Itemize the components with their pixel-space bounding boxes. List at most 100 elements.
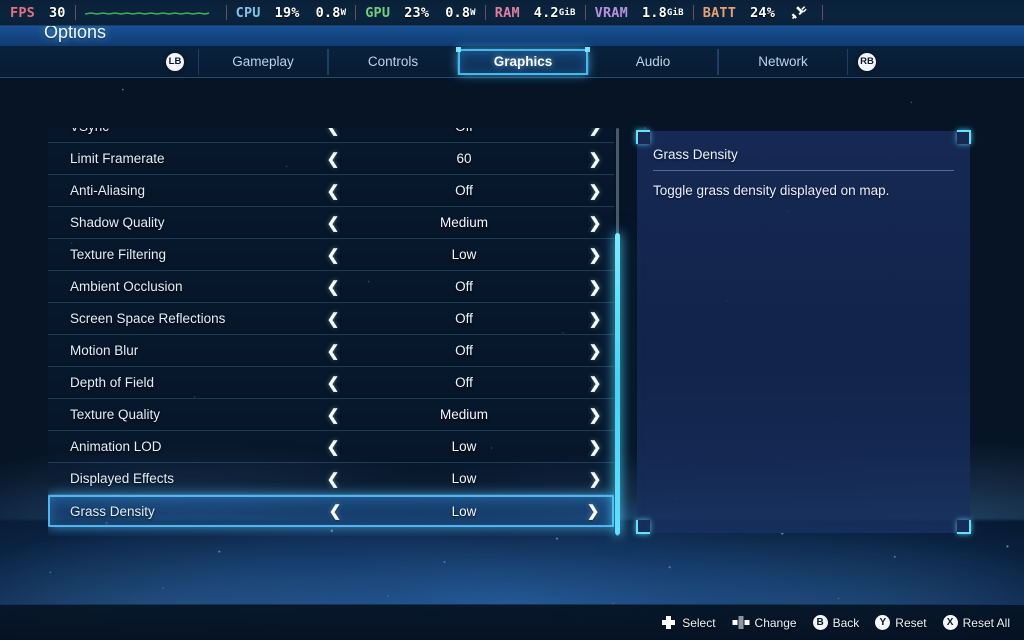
setting-row[interactable]: Screen Space Reflections ❮ Off ❯ bbox=[48, 303, 614, 335]
scrollbar-thumb[interactable] bbox=[615, 233, 620, 535]
hint-reset-all[interactable]: X Reset All bbox=[942, 615, 1010, 630]
frametime-graph bbox=[84, 5, 209, 21]
perf-stat-ram: RAM 4.2 GiB bbox=[495, 5, 576, 21]
setting-row[interactable]: Animation LOD ❮ Low ❯ bbox=[48, 431, 614, 463]
increment-arrow-icon[interactable]: ❯ bbox=[584, 246, 606, 264]
panel-corner-bottom-left bbox=[636, 520, 650, 534]
setting-value: Off bbox=[344, 128, 584, 134]
increment-arrow-icon[interactable]: ❯ bbox=[584, 310, 606, 328]
perf-separator bbox=[355, 5, 357, 20]
setting-label: Ambient Occlusion bbox=[70, 279, 183, 294]
setting-row[interactable]: VSync ❮Off❯ bbox=[48, 128, 614, 143]
setting-row[interactable]: Displayed Effects ❮ Low ❯ bbox=[48, 463, 614, 495]
decrement-arrow-icon[interactable]: ❮ bbox=[324, 502, 346, 520]
tab-graphics[interactable]: Graphics bbox=[456, 46, 590, 75]
decrement-arrow-icon[interactable]: ❮ bbox=[322, 246, 344, 264]
decrement-arrow-icon[interactable]: ❮ bbox=[322, 214, 344, 232]
performance-overlay: FPS 30 CPU 19% 0.8 W GPU 23% 0.8 W RAM 4.2… bbox=[0, 0, 1024, 26]
setting-value: Low bbox=[451, 247, 477, 262]
setting-label: Anti-Aliasing bbox=[70, 183, 146, 198]
setting-value: 60 bbox=[456, 151, 472, 166]
perf-value-cpu-watts: 0.8 bbox=[315, 4, 341, 21]
decrement-arrow-icon[interactable]: ❮ bbox=[322, 374, 344, 392]
perf-label-batt: BATT bbox=[702, 4, 737, 21]
hint-reset-all-label: Reset All bbox=[962, 615, 1010, 630]
perf-value-cpu-percent: 19% bbox=[274, 4, 300, 21]
decrement-arrow-icon[interactable]: ❮ bbox=[322, 182, 344, 200]
increment-arrow-icon[interactable]: ❯ bbox=[584, 214, 606, 232]
increment-arrow-icon[interactable]: ❯ bbox=[584, 278, 606, 296]
button-hint-bar: Select Change B Back Y Reset X Reset All bbox=[0, 604, 1024, 640]
setting-label: Depth of Field bbox=[70, 375, 155, 390]
perf-stat-battery: BATT 24% bbox=[703, 5, 775, 21]
setting-row[interactable]: Ambient Occlusion ❮ Off ❯ bbox=[48, 271, 614, 303]
decrement-arrow-icon[interactable]: ❮ bbox=[322, 470, 344, 488]
hint-back[interactable]: B Back bbox=[812, 615, 859, 630]
hint-select-label: Select bbox=[682, 615, 716, 630]
button-y-icon: Y bbox=[875, 615, 891, 630]
game-options-screen: FPS 30 CPU 19% 0.8 W GPU 23% 0.8 W RAM 4.2… bbox=[0, 0, 1024, 640]
perf-separator bbox=[692, 5, 694, 20]
setting-row[interactable]: Texture Quality ❮ Medium ❯ bbox=[48, 399, 614, 431]
setting-value: Off bbox=[455, 343, 473, 358]
increment-arrow-icon[interactable]: ❯ bbox=[584, 406, 606, 424]
setting-row[interactable]: Texture Filtering ❮ Low ❯ bbox=[48, 239, 614, 271]
setting-label: VSync bbox=[48, 128, 318, 134]
hint-select[interactable]: Select bbox=[660, 615, 716, 630]
decrement-arrow-icon[interactable]: ❮ bbox=[322, 406, 344, 424]
right-bumper-icon[interactable]: RB bbox=[858, 52, 876, 71]
perf-label-cpu: CPU bbox=[235, 4, 261, 21]
increment-arrow-icon[interactable]: ❯ bbox=[584, 374, 606, 392]
panel-corner-top-left bbox=[636, 130, 650, 144]
tab-audio[interactable]: Audio bbox=[588, 48, 718, 75]
hint-reset[interactable]: Y Reset bbox=[875, 615, 927, 630]
perf-unit-vram: GiB bbox=[666, 7, 684, 18]
setting-row[interactable]: Limit Framerate ❮ 60 ❯ bbox=[48, 143, 614, 175]
perf-unit-cpu-watts: W bbox=[340, 7, 347, 18]
button-x-icon: X bbox=[942, 615, 958, 630]
perf-value-gpu-watts: 0.8 bbox=[445, 4, 471, 21]
setting-value: Off bbox=[455, 311, 473, 326]
tab-network[interactable]: Network bbox=[718, 48, 848, 75]
tab-controls[interactable]: Controls bbox=[328, 48, 458, 75]
hint-change[interactable]: Change bbox=[732, 615, 797, 630]
setting-row[interactable]: Motion Blur ❮ Off ❯ bbox=[48, 335, 614, 367]
decrement-arrow-icon[interactable]: ❮ bbox=[322, 128, 344, 136]
setting-value: Off bbox=[455, 183, 473, 198]
decrement-arrow-icon[interactable]: ❮ bbox=[322, 438, 344, 456]
increment-arrow-icon[interactable]: ❯ bbox=[584, 182, 606, 200]
setting-value: Low bbox=[451, 471, 477, 486]
increment-arrow-icon[interactable]: ❯ bbox=[584, 128, 606, 136]
perf-stat-fps: FPS 30 bbox=[10, 5, 66, 21]
increment-arrow-icon[interactable]: ❯ bbox=[584, 470, 606, 488]
settings-list: VSync❮Off❯Limit Framerate❮60❯Anti-Aliasi… bbox=[48, 128, 614, 536]
button-x-glyph: X bbox=[942, 615, 958, 630]
setting-label: Grass Density bbox=[70, 503, 155, 519]
decrement-arrow-icon[interactable]: ❮ bbox=[322, 278, 344, 296]
left-bumper-icon[interactable]: LB bbox=[166, 52, 184, 71]
setting-row[interactable]: Grass Density ❮ Low ❯ bbox=[48, 495, 614, 527]
decrement-arrow-icon[interactable]: ❮ bbox=[322, 150, 344, 168]
setting-row[interactable]: Anti-Aliasing ❮ Off ❯ bbox=[48, 175, 614, 207]
setting-value: Medium bbox=[439, 407, 488, 422]
perf-unit-ram: GiB bbox=[558, 7, 576, 18]
perf-separator bbox=[822, 5, 824, 20]
settings-list-inner: VSync❮Off❯Limit Framerate❮60❯Anti-Aliasi… bbox=[48, 128, 614, 527]
perf-label-gpu: GPU bbox=[365, 4, 391, 21]
increment-arrow-icon[interactable]: ❯ bbox=[584, 438, 606, 456]
setting-label: Texture Quality bbox=[70, 407, 161, 422]
tab-bar: LB Gameplay Controls Graphics Audio Netw… bbox=[0, 46, 1024, 78]
setting-row[interactable]: Depth of Field ❮ Off ❯ bbox=[48, 367, 614, 399]
increment-arrow-icon[interactable]: ❯ bbox=[584, 342, 606, 360]
decrement-arrow-icon[interactable]: ❮ bbox=[322, 342, 344, 360]
tab-gameplay[interactable]: Gameplay bbox=[198, 48, 328, 75]
setting-value: Low bbox=[451, 439, 477, 454]
decrement-arrow-icon[interactable]: ❮ bbox=[322, 310, 344, 328]
setting-row[interactable]: Shadow Quality ❮ Medium ❯ bbox=[48, 207, 614, 239]
perf-label-vram: VRAM bbox=[594, 4, 628, 21]
increment-arrow-icon[interactable]: ❯ bbox=[584, 150, 606, 168]
setting-value: Medium bbox=[439, 215, 488, 230]
setting-label: Shadow Quality bbox=[70, 215, 165, 230]
increment-arrow-icon[interactable]: ❯ bbox=[582, 502, 604, 520]
setting-value: Low bbox=[451, 503, 477, 519]
